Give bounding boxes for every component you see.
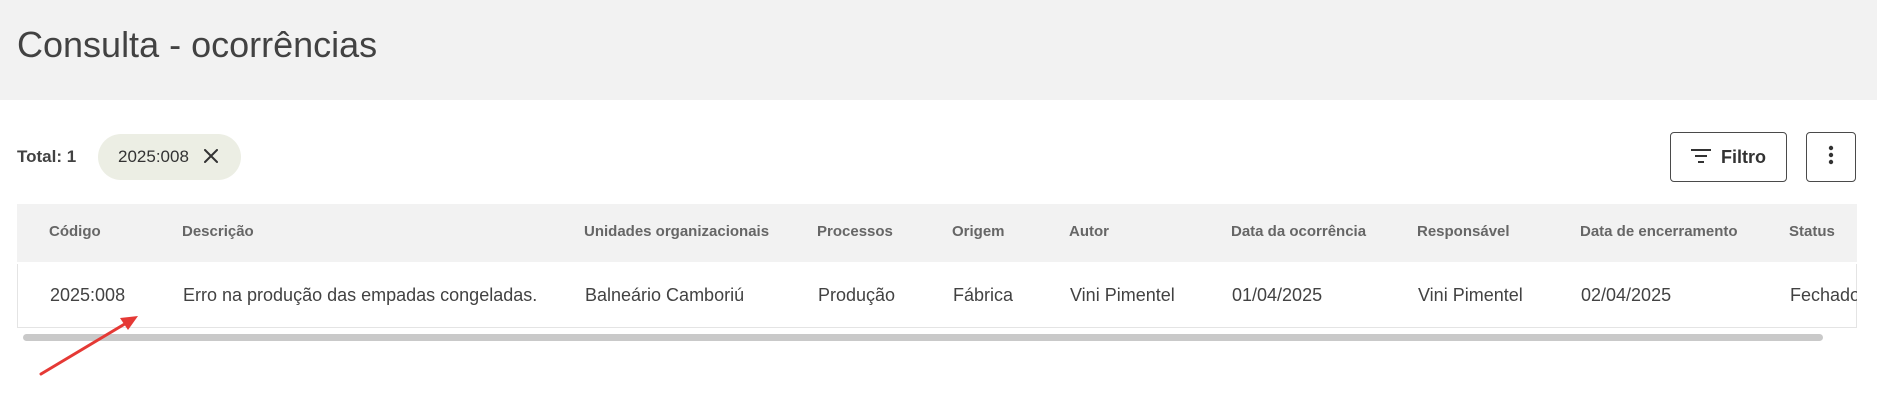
column-header-data-ocorrencia[interactable]: Data da ocorrência — [1231, 223, 1366, 240]
more-options-button[interactable] — [1806, 132, 1856, 182]
filter-chip[interactable]: 2025:008 — [98, 134, 241, 180]
column-header-responsavel[interactable]: Responsável — [1417, 223, 1510, 240]
column-header-autor[interactable]: Autor — [1069, 223, 1109, 240]
cell-autor: Vini Pimentel — [1070, 285, 1175, 305]
column-header-status[interactable]: Status — [1789, 223, 1835, 240]
occurrences-table: Código Descrição Unidades organizacionai… — [17, 204, 1857, 344]
column-header-unidades[interactable]: Unidades organizacionais — [584, 223, 769, 240]
cell-descricao: Erro na produção das empadas congeladas. — [183, 285, 538, 305]
total-label: Total: — [17, 147, 63, 166]
column-header-origem[interactable]: Origem — [952, 223, 1005, 240]
page-title: Consulta - ocorrências — [17, 24, 378, 65]
filter-chip-label: 2025:008 — [118, 147, 189, 166]
cell-data-ocorrencia: 01/04/2025 — [1232, 285, 1323, 305]
cell-data-encerramento: 02/04/2025 — [1581, 285, 1672, 305]
more-vert-icon — [1828, 145, 1834, 170]
cell-responsavel: Vini Pimentel — [1418, 285, 1523, 305]
column-header-data-encerramento[interactable]: Data de encerramento — [1580, 223, 1738, 240]
filter-button-label: Filtro — [1721, 146, 1766, 167]
cell-origem: Fábrica — [953, 285, 1014, 305]
table-header: Código Descrição Unidades organizacionai… — [17, 204, 1857, 262]
filter-button[interactable]: Filtro — [1670, 132, 1787, 182]
column-header-descricao[interactable]: Descrição — [182, 223, 254, 240]
total-value: 1 — [66, 147, 77, 166]
page-header: Consulta - ocorrências — [0, 0, 1877, 100]
table-row[interactable]: 2025:008 Erro na produção das empadas co… — [17, 264, 1857, 328]
cell-unidades: Balneário Camboriú — [585, 285, 745, 305]
filter-icon — [1691, 147, 1711, 168]
close-icon[interactable] — [201, 146, 221, 166]
total-count: Total: 1 — [17, 147, 76, 167]
horizontal-scrollbar[interactable] — [23, 334, 1823, 341]
column-header-processos[interactable]: Processos — [817, 223, 893, 240]
cell-processos: Produção — [818, 285, 896, 305]
results-toolbar: Total: 1 2025:008 Filtro — [0, 130, 1877, 184]
column-header-codigo[interactable]: Código — [49, 223, 101, 240]
cell-status: Fechado — [1790, 285, 1857, 305]
cell-codigo: 2025:008 — [50, 285, 126, 305]
